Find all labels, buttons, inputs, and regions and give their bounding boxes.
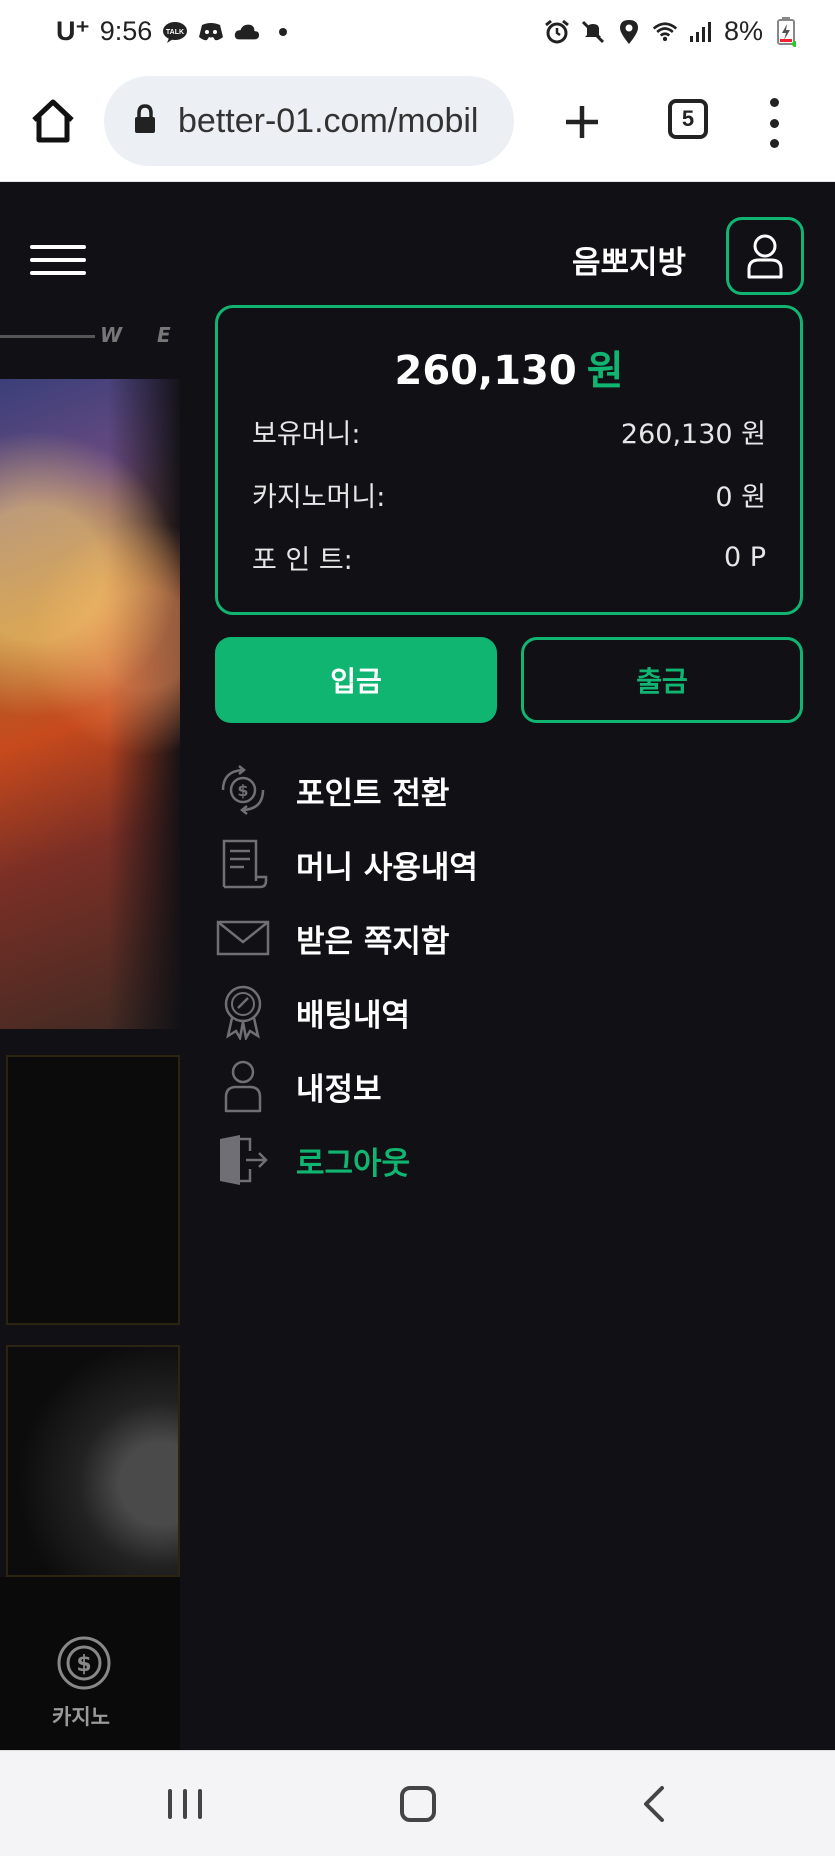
page-content: W E $ 카지노 음뽀지방 260,130 원 보유머니: 260,130 원 …	[0, 183, 835, 1750]
menu-item-logout[interactable]: 로그아웃	[212, 1130, 772, 1190]
deposit-button[interactable]: 입금	[215, 637, 497, 723]
status-bar: U⁺ 9:56 TALK 8%	[0, 0, 835, 70]
game-tile-image[interactable]	[6, 1055, 180, 1325]
new-tab-icon[interactable]	[560, 100, 604, 144]
balance-row-casino: 카지노머니: 0 원	[252, 476, 766, 513]
back-icon[interactable]	[640, 1785, 670, 1823]
alarm-icon	[544, 19, 570, 45]
menu-item-money-history[interactable]: 머니 사용내역	[212, 834, 772, 894]
menu-item-label: 내정보	[296, 1071, 382, 1108]
balance-total-amount: 260,130	[394, 348, 577, 394]
balance-row-label: 카지노머니:	[252, 481, 386, 513]
menu-item-label: 포인트 전환	[296, 775, 450, 812]
username-label: 음뽀지방	[572, 245, 687, 281]
location-icon	[616, 19, 642, 45]
tab-switcher-button[interactable]: 5	[668, 99, 708, 139]
menu-item-label: 로그아웃	[296, 1145, 411, 1182]
marquee-text: W E	[100, 323, 185, 347]
user-icon	[212, 1056, 274, 1116]
balance-row-points: 포 인 트: 0 P	[252, 539, 766, 576]
battery-charging-icon	[773, 16, 799, 47]
mute-icon	[580, 19, 606, 45]
svg-text:$: $	[76, 1652, 91, 1677]
balance-row-value: 0 P	[723, 541, 766, 573]
browser-toolbar: better-01.com/mobil 5	[0, 70, 835, 182]
logout-icon	[212, 1130, 274, 1190]
menu-item-my-info[interactable]: 내정보	[212, 1056, 772, 1116]
tab-count: 5	[681, 106, 695, 131]
menu-item-point-exchange[interactable]: $ 포인트 전환	[212, 760, 772, 820]
balance-row-label: 포 인 트:	[252, 544, 353, 576]
menu-item-inbox[interactable]: 받은 쪽지함	[212, 908, 772, 968]
system-nav-bar	[0, 1750, 835, 1856]
recent-apps-icon[interactable]	[168, 1789, 202, 1819]
menu-item-label: 받은 쪽지함	[296, 923, 450, 960]
balance-row-value: 0 원	[715, 481, 766, 513]
menu-item-label: 머니 사용내역	[296, 849, 478, 886]
receipt-icon	[212, 834, 274, 894]
cloud-icon	[234, 19, 260, 45]
discord-icon	[198, 19, 224, 45]
balance-total-currency: 원	[586, 348, 624, 394]
lock-icon	[134, 104, 156, 138]
clock: 9:56	[99, 16, 153, 46]
url-text: better-01.com/mobil	[178, 101, 479, 140]
battery-percent: 8%	[723, 16, 763, 46]
balance-card: 260,130 원 보유머니: 260,130 원 카지노머니: 0 원 포 인 …	[215, 305, 803, 615]
point-exchange-icon: $	[212, 760, 274, 820]
carrier-label: U⁺	[56, 16, 90, 46]
user-icon	[747, 234, 783, 279]
withdraw-button[interactable]: 출금	[521, 637, 803, 723]
signal-icon	[688, 19, 714, 45]
hero-banner-image[interactable]	[0, 379, 180, 1029]
roulette-tile-image[interactable]	[6, 1345, 180, 1577]
svg-text:TALK: TALK	[166, 29, 184, 36]
bottom-nav-casino-label: 카지노	[52, 1705, 110, 1729]
badge-icon	[212, 982, 274, 1042]
more-menu-icon[interactable]	[766, 98, 782, 148]
menu-item-betting-history[interactable]: 배팅내역	[212, 982, 772, 1042]
wifi-icon	[652, 19, 678, 45]
home-button-icon[interactable]	[400, 1786, 436, 1822]
notification-dot-icon	[270, 19, 296, 45]
hamburger-menu-icon[interactable]	[30, 245, 86, 275]
balance-row-value: 260,130 원	[620, 418, 766, 450]
menu-item-label: 배팅내역	[296, 997, 411, 1034]
home-icon[interactable]	[28, 96, 78, 146]
balance-row-label: 보유머니:	[252, 418, 361, 450]
talk-icon: TALK	[162, 19, 188, 45]
divider	[0, 335, 95, 338]
address-bar[interactable]: better-01.com/mobil	[104, 76, 514, 166]
svg-text:$: $	[237, 781, 248, 800]
user-profile-button[interactable]	[726, 217, 804, 295]
balance-total: 260,130 원	[218, 338, 800, 396]
casino-chip-icon[interactable]: $	[56, 1635, 112, 1691]
envelope-icon	[212, 908, 274, 968]
balance-row-holding: 보유머니: 260,130 원	[252, 413, 766, 450]
